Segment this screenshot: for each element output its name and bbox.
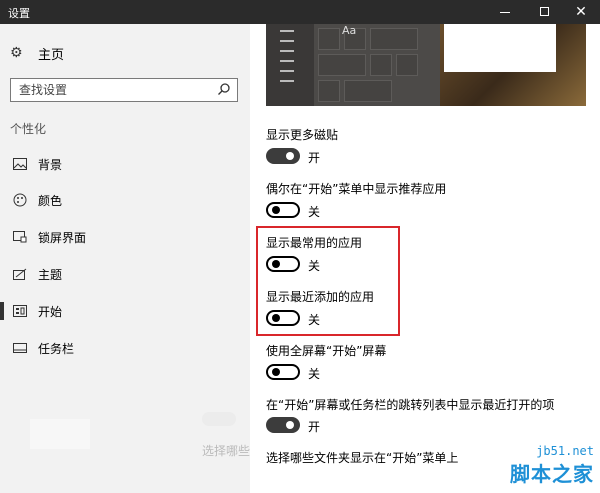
close-button[interactable]: ✕ <box>562 0 600 24</box>
toggle-knob <box>286 152 294 160</box>
close-icon: ✕ <box>575 4 587 20</box>
maximize-button[interactable] <box>526 0 564 24</box>
toggle-knob <box>286 421 294 429</box>
setting-label-most-used: 显示最常用的应用 <box>266 236 363 250</box>
setting-label-jump-lists: 在“开始”屏幕或任务栏的跳转列表中显示最近打开的项 <box>266 398 555 412</box>
home-label: 主页 <box>38 47 65 63</box>
toggle-fullscreen[interactable] <box>266 364 300 380</box>
toggle-knob <box>272 368 280 376</box>
title-bar: 设置 ✕ <box>0 0 600 24</box>
setting-label-suggestions: 偶尔在“开始”菜单中显示推荐应用 <box>266 182 447 196</box>
toggle-jump-lists[interactable] <box>266 417 300 433</box>
sidebar-item-label: 开始 <box>38 304 63 319</box>
choose-folders-link[interactable]: 选择哪些文件夹显示在“开始”菜单上 <box>266 449 458 466</box>
toggle-knob <box>272 260 280 268</box>
main-content: Aa 显示更多磁贴 开 偶尔在“开始”菜单中显示推荐应用 关 显示最常用的应用 … <box>250 24 600 493</box>
sidebar-item-themes[interactable]: 主题 <box>0 259 250 289</box>
toggle-state-text: 关 <box>308 205 321 219</box>
sidebar-item-colors[interactable]: 颜色 <box>0 185 250 215</box>
window-title: 设置 <box>8 7 30 20</box>
palette-icon <box>12 192 28 208</box>
watermark-brand: 脚本之家 <box>510 462 594 486</box>
faint-overlay <box>30 419 90 449</box>
faint-toggle <box>202 412 236 426</box>
sidebar-item-start[interactable]: 开始 <box>0 296 250 326</box>
setting-label-fullscreen: 使用全屏幕“开始”屏幕 <box>266 344 387 358</box>
section-personalization: 个性化 <box>10 122 47 136</box>
preview-window <box>444 24 556 72</box>
start-preview-image: Aa <box>266 24 586 106</box>
start-icon <box>12 303 28 319</box>
faint-text: 选择哪些 <box>202 444 251 458</box>
sidebar-item-taskbar[interactable]: 任务栏 <box>0 333 250 363</box>
sidebar-item-label: 背景 <box>38 157 63 172</box>
minimize-button[interactable] <box>486 0 524 24</box>
image-icon <box>12 156 28 172</box>
toggle-state-text: 关 <box>308 313 321 327</box>
gear-icon: ⚙ <box>10 45 23 61</box>
toggle-state-text: 开 <box>308 420 321 434</box>
toggle-most-used[interactable] <box>266 256 300 272</box>
setting-label-more-tiles: 显示更多磁贴 <box>266 128 339 142</box>
sidebar-item-label: 任务栏 <box>38 341 75 356</box>
preview-menu-lines <box>280 30 294 90</box>
toggle-state-text: 开 <box>308 151 321 165</box>
theme-icon <box>12 266 28 282</box>
sidebar-item-lock-screen[interactable]: 锁屏界面 <box>0 222 250 252</box>
search-input[interactable] <box>11 79 211 101</box>
toggle-state-text: 关 <box>308 367 321 381</box>
sidebar: ⚙ 主页 个性化 背景 颜色 锁屏界面 主题 <box>0 24 250 493</box>
sidebar-item-label: 颜色 <box>38 193 63 208</box>
toggle-state-text: 关 <box>308 259 321 273</box>
sidebar-item-label: 锁屏界面 <box>38 230 87 245</box>
setting-label-recently-added: 显示最近添加的应用 <box>266 290 375 304</box>
sidebar-item-label: 主题 <box>38 267 63 282</box>
watermark-url: jb51.net <box>536 444 594 458</box>
preview-aa: Aa <box>342 24 357 37</box>
sidebar-home[interactable]: ⚙ 主页 <box>10 44 65 63</box>
toggle-knob <box>272 314 280 322</box>
toggle-recently-added[interactable] <box>266 310 300 326</box>
search-icon[interactable] <box>217 82 231 96</box>
lock-screen-icon <box>12 229 28 245</box>
taskbar-icon <box>12 340 28 356</box>
toggle-more-tiles[interactable] <box>266 148 300 164</box>
maximize-icon <box>540 7 549 16</box>
preview-tiles <box>314 24 440 106</box>
watermark: jb51.net 脚本之家 <box>510 444 594 487</box>
toggle-suggestions[interactable] <box>266 202 300 218</box>
search-box[interactable] <box>10 78 238 102</box>
toggle-knob <box>272 206 280 214</box>
sidebar-item-background[interactable]: 背景 <box>0 149 250 179</box>
minimize-icon <box>500 12 510 13</box>
